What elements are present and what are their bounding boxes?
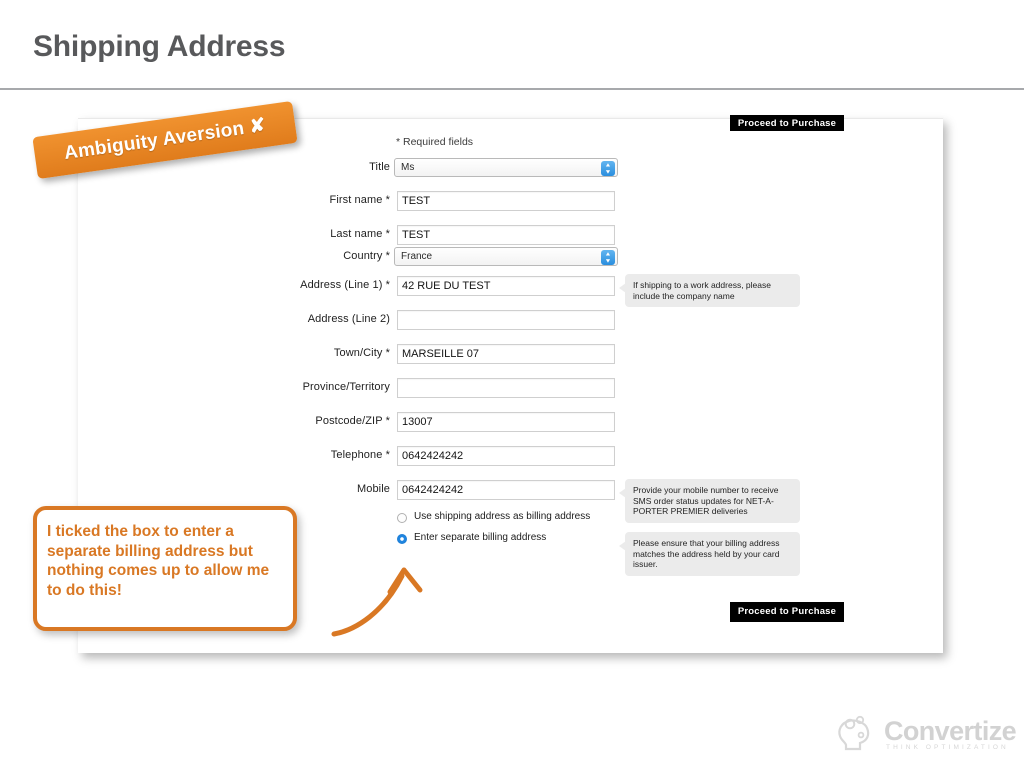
form-row-country: Country * France ▲ ▼ <box>78 247 698 269</box>
form-row-postcode-zip: Postcode/ZIP * <box>78 412 698 434</box>
form-row-title: Title Ms ▲ ▼ <box>78 158 698 180</box>
form-row-mobile: Mobile <box>78 480 698 502</box>
user-complaint-text: I ticked the box to enter a separate bil… <box>47 523 270 599</box>
form-row-town-city: Town/City * <box>78 344 698 366</box>
address-line-1-input[interactable] <box>397 276 615 296</box>
convertize-tagline: THINK OPTIMIZATION <box>886 744 1009 751</box>
radio-icon[interactable] <box>397 513 407 523</box>
address-line-2-input[interactable] <box>397 310 615 330</box>
country-select[interactable]: France ▲ ▼ <box>394 247 618 266</box>
form-row-province-territory: Province/Territory <box>78 378 698 400</box>
town-city-input[interactable] <box>397 344 615 364</box>
telephone-input[interactable] <box>397 446 615 466</box>
annotation-arrow-icon <box>331 567 423 637</box>
tooltip-work-address: If shipping to a work address, please in… <box>619 274 800 307</box>
label-town-city: Town/City * <box>333 347 390 359</box>
required-fields-note: * Required fields <box>396 136 474 148</box>
page-title: Shipping Address <box>33 30 286 63</box>
label-first-name: First name * <box>329 194 390 206</box>
label-province-territory: Province/Territory <box>302 381 390 393</box>
radio-label: Use shipping address as billing address <box>414 511 591 522</box>
province-territory-input[interactable] <box>397 378 615 398</box>
label-country: Country * <box>343 250 390 262</box>
form-row-address-line-2: Address (Line 2) <box>78 310 698 332</box>
chevron-updown-icon[interactable]: ▲ ▼ <box>601 161 615 176</box>
label-mobile: Mobile <box>356 483 390 495</box>
convertize-logo: Convertize THINK OPTIMIZATION <box>836 714 1017 758</box>
slide-header: Shipping Address <box>0 0 1024 90</box>
header-divider <box>0 88 1024 90</box>
form-row-last-name: Last name * <box>78 225 698 247</box>
label-postcode-zip: Postcode/ZIP * <box>315 415 390 427</box>
last-name-input[interactable] <box>397 225 615 245</box>
proceed-to-purchase-button-bottom[interactable]: Proceed to Purchase <box>730 602 844 622</box>
title-select[interactable]: Ms ▲ ▼ <box>394 158 618 177</box>
tooltip-mobile-sms: Provide your mobile number to receive SM… <box>619 479 800 523</box>
label-address-line-1: Address (Line 1) * <box>300 279 390 291</box>
postcode-zip-input[interactable] <box>397 412 615 432</box>
label-telephone: Telephone * <box>330 449 390 461</box>
mobile-input[interactable] <box>397 480 615 500</box>
form-row-address-line-1: Address (Line 1) * <box>78 276 698 298</box>
tooltip-billing-address: Please ensure that your billing address … <box>619 532 800 576</box>
first-name-input[interactable] <box>397 191 615 211</box>
brain-gear-icon <box>838 715 870 751</box>
user-complaint-callout: I ticked the box to enter a separate bil… <box>33 506 297 631</box>
form-row-first-name: First name * <box>78 191 698 213</box>
label-last-name: Last name * <box>330 228 390 240</box>
country-select-value: France <box>401 251 433 262</box>
form-row-telephone: Telephone * <box>78 446 698 468</box>
title-select-value: Ms <box>401 162 415 173</box>
proceed-to-purchase-button-top[interactable]: Proceed to Purchase <box>730 115 844 131</box>
convertize-wordmark: Convertize <box>884 716 1017 746</box>
chevron-updown-icon[interactable]: ▲ ▼ <box>601 250 615 265</box>
label-address-line-2: Address (Line 2) <box>307 313 390 325</box>
